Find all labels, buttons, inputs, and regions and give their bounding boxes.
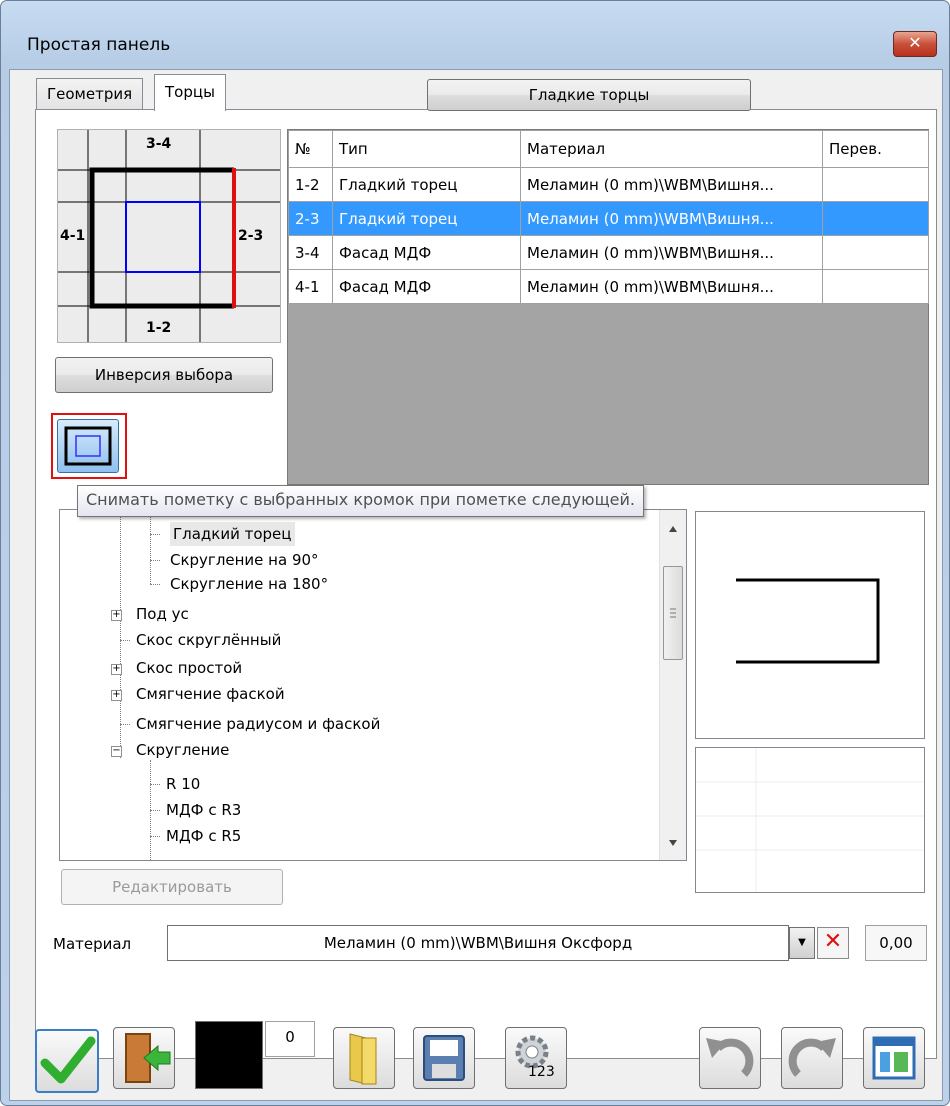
floppy-disk-icon	[423, 1035, 465, 1081]
column-header-number[interactable]: №	[288, 130, 333, 168]
tab-geometry[interactable]: Геометрия	[36, 78, 144, 109]
cell-reverse[interactable]	[822, 269, 929, 304]
cell-type[interactable]: Фасад МДФ	[332, 235, 521, 270]
table-header-row: № Тип Материал Перев.	[288, 130, 929, 168]
tree-item[interactable]: Смягчение фаской	[136, 682, 285, 706]
counter-field[interactable]: 0	[265, 1021, 315, 1057]
cell-reverse[interactable]	[822, 201, 929, 236]
tree-item[interactable]: МДФ с R5	[166, 824, 241, 848]
scroll-thumb[interactable]	[663, 566, 683, 660]
invert-selection-button[interactable]: Инверсия выбора	[55, 357, 273, 393]
tree-item[interactable]: Скругление на 90°	[170, 548, 319, 572]
column-header-type[interactable]: Тип	[332, 130, 521, 168]
tree-item[interactable]: Скругление	[136, 738, 229, 762]
window-layout-icon	[872, 1036, 916, 1080]
column-header-reverse[interactable]: Перев.	[822, 130, 929, 168]
cell-number[interactable]: 3-4	[288, 235, 333, 270]
table-row[interactable]: 4-1 Фасад МДФ Меламин (0 mm)\WBM\Вишня..…	[288, 269, 929, 304]
cell-material[interactable]: Меламин (0 mm)\WBM\Вишня...	[520, 269, 823, 304]
cell-material[interactable]: Меламин (0 mm)\WBM\Вишня...	[520, 167, 823, 202]
expand-toggle[interactable]: +	[111, 690, 122, 701]
cell-material[interactable]: Меламин (0 mm)\WBM\Вишня...	[520, 201, 823, 236]
tree-item[interactable]: Смягчение радиусом и фаской	[136, 712, 380, 736]
table-row-selected[interactable]: 2-3 Гладкий торец Меламин (0 mm)\WBM\Виш…	[288, 201, 929, 236]
clear-material-button[interactable]: ✕	[817, 927, 849, 959]
undo-icon	[706, 1038, 754, 1077]
ok-button[interactable]	[35, 1029, 99, 1093]
expand-toggle[interactable]: +	[111, 610, 122, 621]
tree-item[interactable]: Скос скруглённый	[136, 628, 281, 652]
settings-badge: 123	[528, 1064, 555, 1080]
open-button[interactable]	[333, 1027, 395, 1089]
cell-number[interactable]: 4-1	[288, 269, 333, 304]
settings-button[interactable]: 123	[505, 1027, 567, 1089]
tree-scrollbar[interactable]	[659, 510, 686, 860]
material-label: Материал	[53, 935, 132, 953]
redo-button[interactable]	[781, 1027, 843, 1089]
deselect-on-next-toggle[interactable]	[51, 413, 127, 479]
tree-item[interactable]: Скругление на 180°	[170, 572, 328, 596]
edges-table: № Тип Материал Перев. 1-2 Гладкий торец …	[287, 129, 929, 485]
collapse-toggle[interactable]: −	[111, 746, 122, 757]
edge-label-left[interactable]: 4-1	[60, 228, 85, 244]
tree-item[interactable]: Под ус	[136, 602, 189, 626]
tree-item[interactable]: Гладкий торец	[170, 522, 295, 546]
tooltip: Снимать пометку с выбранных кромок при п…	[77, 485, 644, 517]
edge-label-right[interactable]: 2-3	[238, 228, 263, 244]
table-row[interactable]: 3-4 Фасад МДФ Меламин (0 mm)\WBM\Вишня..…	[288, 235, 929, 270]
color-swatch[interactable]	[195, 1021, 263, 1089]
edge-diagram[interactable]: 3-4 4-1 2-3 1-2	[57, 129, 281, 343]
cell-number[interactable]: 1-2	[288, 167, 333, 202]
checkmark-icon	[40, 1036, 96, 1084]
smooth-edges-button[interactable]: Гладкие торцы	[427, 79, 751, 111]
scroll-up-icon	[669, 526, 677, 532]
view-button[interactable]	[863, 1027, 925, 1089]
exit-button[interactable]	[113, 1027, 175, 1089]
table-row[interactable]: 1-2 Гладкий торец Меламин (0 mm)\WBM\Виш…	[288, 167, 929, 202]
expand-toggle[interactable]: +	[111, 664, 122, 675]
cell-type[interactable]: Гладкий торец	[332, 201, 521, 236]
edge-label-top[interactable]: 3-4	[146, 136, 171, 152]
edge-label-bottom[interactable]: 1-2	[146, 320, 171, 336]
dialog-window: Простая панель ✕ Геометрия Торцы Гладкие…	[0, 0, 950, 1106]
scroll-down-icon	[669, 840, 677, 846]
window-title: Простая панель	[27, 35, 171, 55]
material-field[interactable]: Меламин (0 mm)\WBM\Вишня Оксфорд	[167, 925, 789, 961]
tree-item[interactable]: R 10	[166, 772, 200, 796]
save-button[interactable]	[413, 1027, 475, 1089]
parameters-grid[interactable]	[695, 747, 925, 893]
cell-number[interactable]: 2-3	[288, 201, 333, 236]
exit-door-icon	[125, 1033, 171, 1083]
cell-type[interactable]: Гладкий торец	[332, 167, 521, 202]
tab-edges[interactable]: Торцы	[154, 74, 226, 111]
tree-item[interactable]: Скос простой	[136, 656, 242, 680]
cell-reverse[interactable]	[822, 235, 929, 270]
cell-material[interactable]: Меламин (0 mm)\WBM\Вишня...	[520, 235, 823, 270]
profile-shape	[736, 578, 880, 664]
material-thickness-field[interactable]: 0,00	[865, 925, 927, 961]
close-button[interactable]: ✕	[893, 31, 937, 57]
redo-icon	[788, 1038, 836, 1077]
edit-button[interactable]: Редактировать	[61, 869, 283, 905]
edge-type-tree[interactable]: Гладкий торец Скругление на 90° Скруглен…	[59, 509, 687, 861]
folder-icon	[349, 1033, 377, 1085]
material-dropdown-button[interactable]: ▼	[789, 927, 815, 959]
cell-reverse[interactable]	[822, 167, 929, 202]
cell-type[interactable]: Фасад МДФ	[332, 269, 521, 304]
frame-select-icon	[64, 426, 112, 466]
undo-button[interactable]	[699, 1027, 761, 1089]
column-header-material[interactable]: Материал	[520, 130, 823, 168]
tree-item[interactable]: МДФ с R3	[166, 798, 241, 822]
profile-preview	[695, 511, 925, 739]
